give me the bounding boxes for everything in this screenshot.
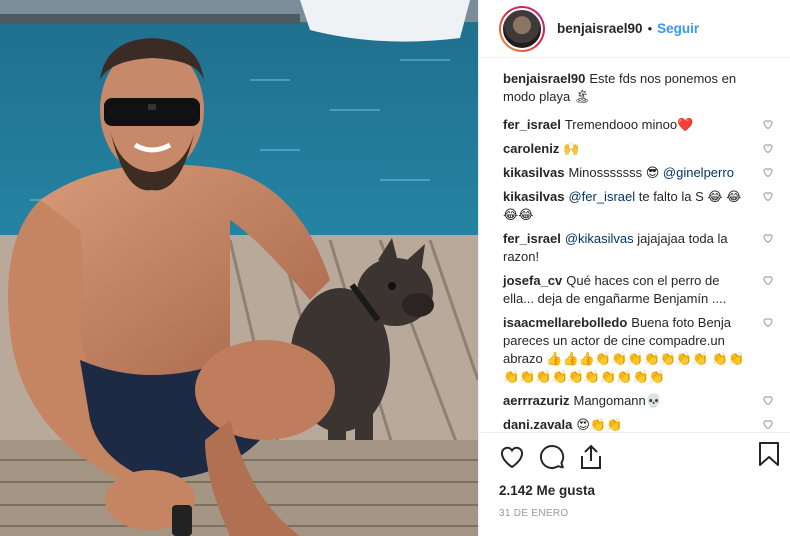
post-sidebar: benjaisrael90 • Seguir benjaisrael90 Este…: [478, 0, 790, 536]
post-actions: 2.142 Me gusta 31 de enero: [479, 432, 790, 536]
separator-dot: •: [647, 21, 653, 36]
instagram-post: benjaisrael90 • Seguir benjaisrael90 Este…: [0, 0, 790, 536]
comment-like-heart-icon[interactable]: [758, 232, 774, 244]
comment-text: fer_israel Tremendooo minoo❤️: [503, 116, 758, 134]
comment-item: aerrrazuriz Mangomann💀: [503, 392, 774, 410]
comment-text: kikasilvas @fer_israel te falto la S 😂 😂😂…: [503, 188, 758, 224]
comment-item: josefa_cv Qué haces con el perro de ella.…: [503, 272, 774, 308]
comment-mention[interactable]: @ginelperro: [663, 165, 734, 180]
comment-text: fer_israel @kikasilvas jajajajaa toda la …: [503, 230, 758, 266]
comment-body: 🙌: [563, 141, 580, 156]
caption-text: benjaisrael90 Este fds nos ponemos en mod…: [503, 70, 774, 106]
comment-mention[interactable]: @kikasilvas: [565, 231, 634, 246]
comment-mention[interactable]: @fer_israel: [568, 189, 635, 204]
comment-username[interactable]: kikasilvas: [503, 189, 564, 204]
follow-button[interactable]: Seguir: [657, 21, 699, 36]
share-icon[interactable]: [579, 444, 603, 473]
comment-username[interactable]: kikasilvas: [503, 165, 564, 180]
comment-like-heart-icon[interactable]: [758, 166, 774, 178]
comment-like-heart-icon[interactable]: [758, 190, 774, 202]
photo-illustration: [0, 0, 478, 536]
comment-like-heart-icon[interactable]: [758, 118, 774, 130]
comments-list: benjaisrael90 Este fds nos ponemos en mod…: [479, 58, 790, 432]
comment-body: Minosssssss 😎: [568, 165, 663, 180]
comment-username[interactable]: josefa_cv: [503, 273, 562, 288]
header-username[interactable]: benjaisrael90: [557, 21, 643, 36]
likes-count[interactable]: 2.142 Me gusta: [499, 483, 780, 498]
comment-text: caroleniz 🙌: [503, 140, 758, 158]
caption-username[interactable]: benjaisrael90: [503, 71, 585, 86]
comment-username[interactable]: fer_israel: [503, 117, 561, 132]
post-header: benjaisrael90 • Seguir: [479, 0, 790, 58]
comment-text: dani.zavala 😍👏👏: [503, 416, 758, 432]
comment-item: fer_israel @kikasilvas jajajajaa toda la …: [503, 230, 774, 266]
comment-item: kikasilvas @fer_israel te falto la S 😂 😂😂…: [503, 188, 774, 224]
post-photo[interactable]: [0, 0, 478, 536]
action-icons: [499, 441, 780, 475]
comment-icon[interactable]: [539, 444, 565, 473]
comment-body: 😍👏👏: [576, 417, 623, 432]
comment-username[interactable]: isaacmellarebolledo: [503, 315, 627, 330]
comment-like-heart-icon[interactable]: [758, 418, 774, 430]
post-date: 31 de enero: [499, 508, 569, 519]
heart-icon[interactable]: [499, 445, 525, 472]
comment-item: dani.zavala 😍👏👏: [503, 416, 774, 432]
comment-item: caroleniz 🙌: [503, 140, 774, 158]
comment-text: kikasilvas Minosssssss 😎 @ginelperro: [503, 164, 758, 182]
comment-like-heart-icon[interactable]: [758, 142, 774, 154]
comment-text: isaacmellarebolledo Buena foto Benja pare…: [503, 314, 758, 386]
comment-username[interactable]: dani.zavala: [503, 417, 572, 432]
comment-username[interactable]: fer_israel: [503, 231, 561, 246]
comment-username[interactable]: aerrrazuriz: [503, 393, 569, 408]
comment-item: isaacmellarebolledo Buena foto Benja pare…: [503, 314, 774, 386]
avatar[interactable]: [499, 5, 545, 52]
comment-text: aerrrazuriz Mangomann💀: [503, 392, 758, 410]
comment-body: Tremendooo minoo❤️: [564, 117, 694, 132]
comment-item: kikasilvas Minosssssss 😎 @ginelperro: [503, 164, 774, 182]
comment-like-heart-icon[interactable]: [758, 274, 774, 286]
bookmark-icon[interactable]: [758, 441, 780, 470]
comment-username[interactable]: caroleniz: [503, 141, 559, 156]
comment-like-heart-icon[interactable]: [758, 394, 774, 406]
comment-like-heart-icon[interactable]: [758, 316, 774, 328]
avatar-image: [501, 7, 543, 50]
comment-body: Mangomann💀: [573, 393, 662, 408]
comment-item: fer_israel Tremendooo minoo❤️: [503, 116, 774, 134]
comment-text: josefa_cv Qué haces con el perro de ella.…: [503, 272, 758, 308]
caption: benjaisrael90 Este fds nos ponemos en mod…: [503, 70, 774, 106]
